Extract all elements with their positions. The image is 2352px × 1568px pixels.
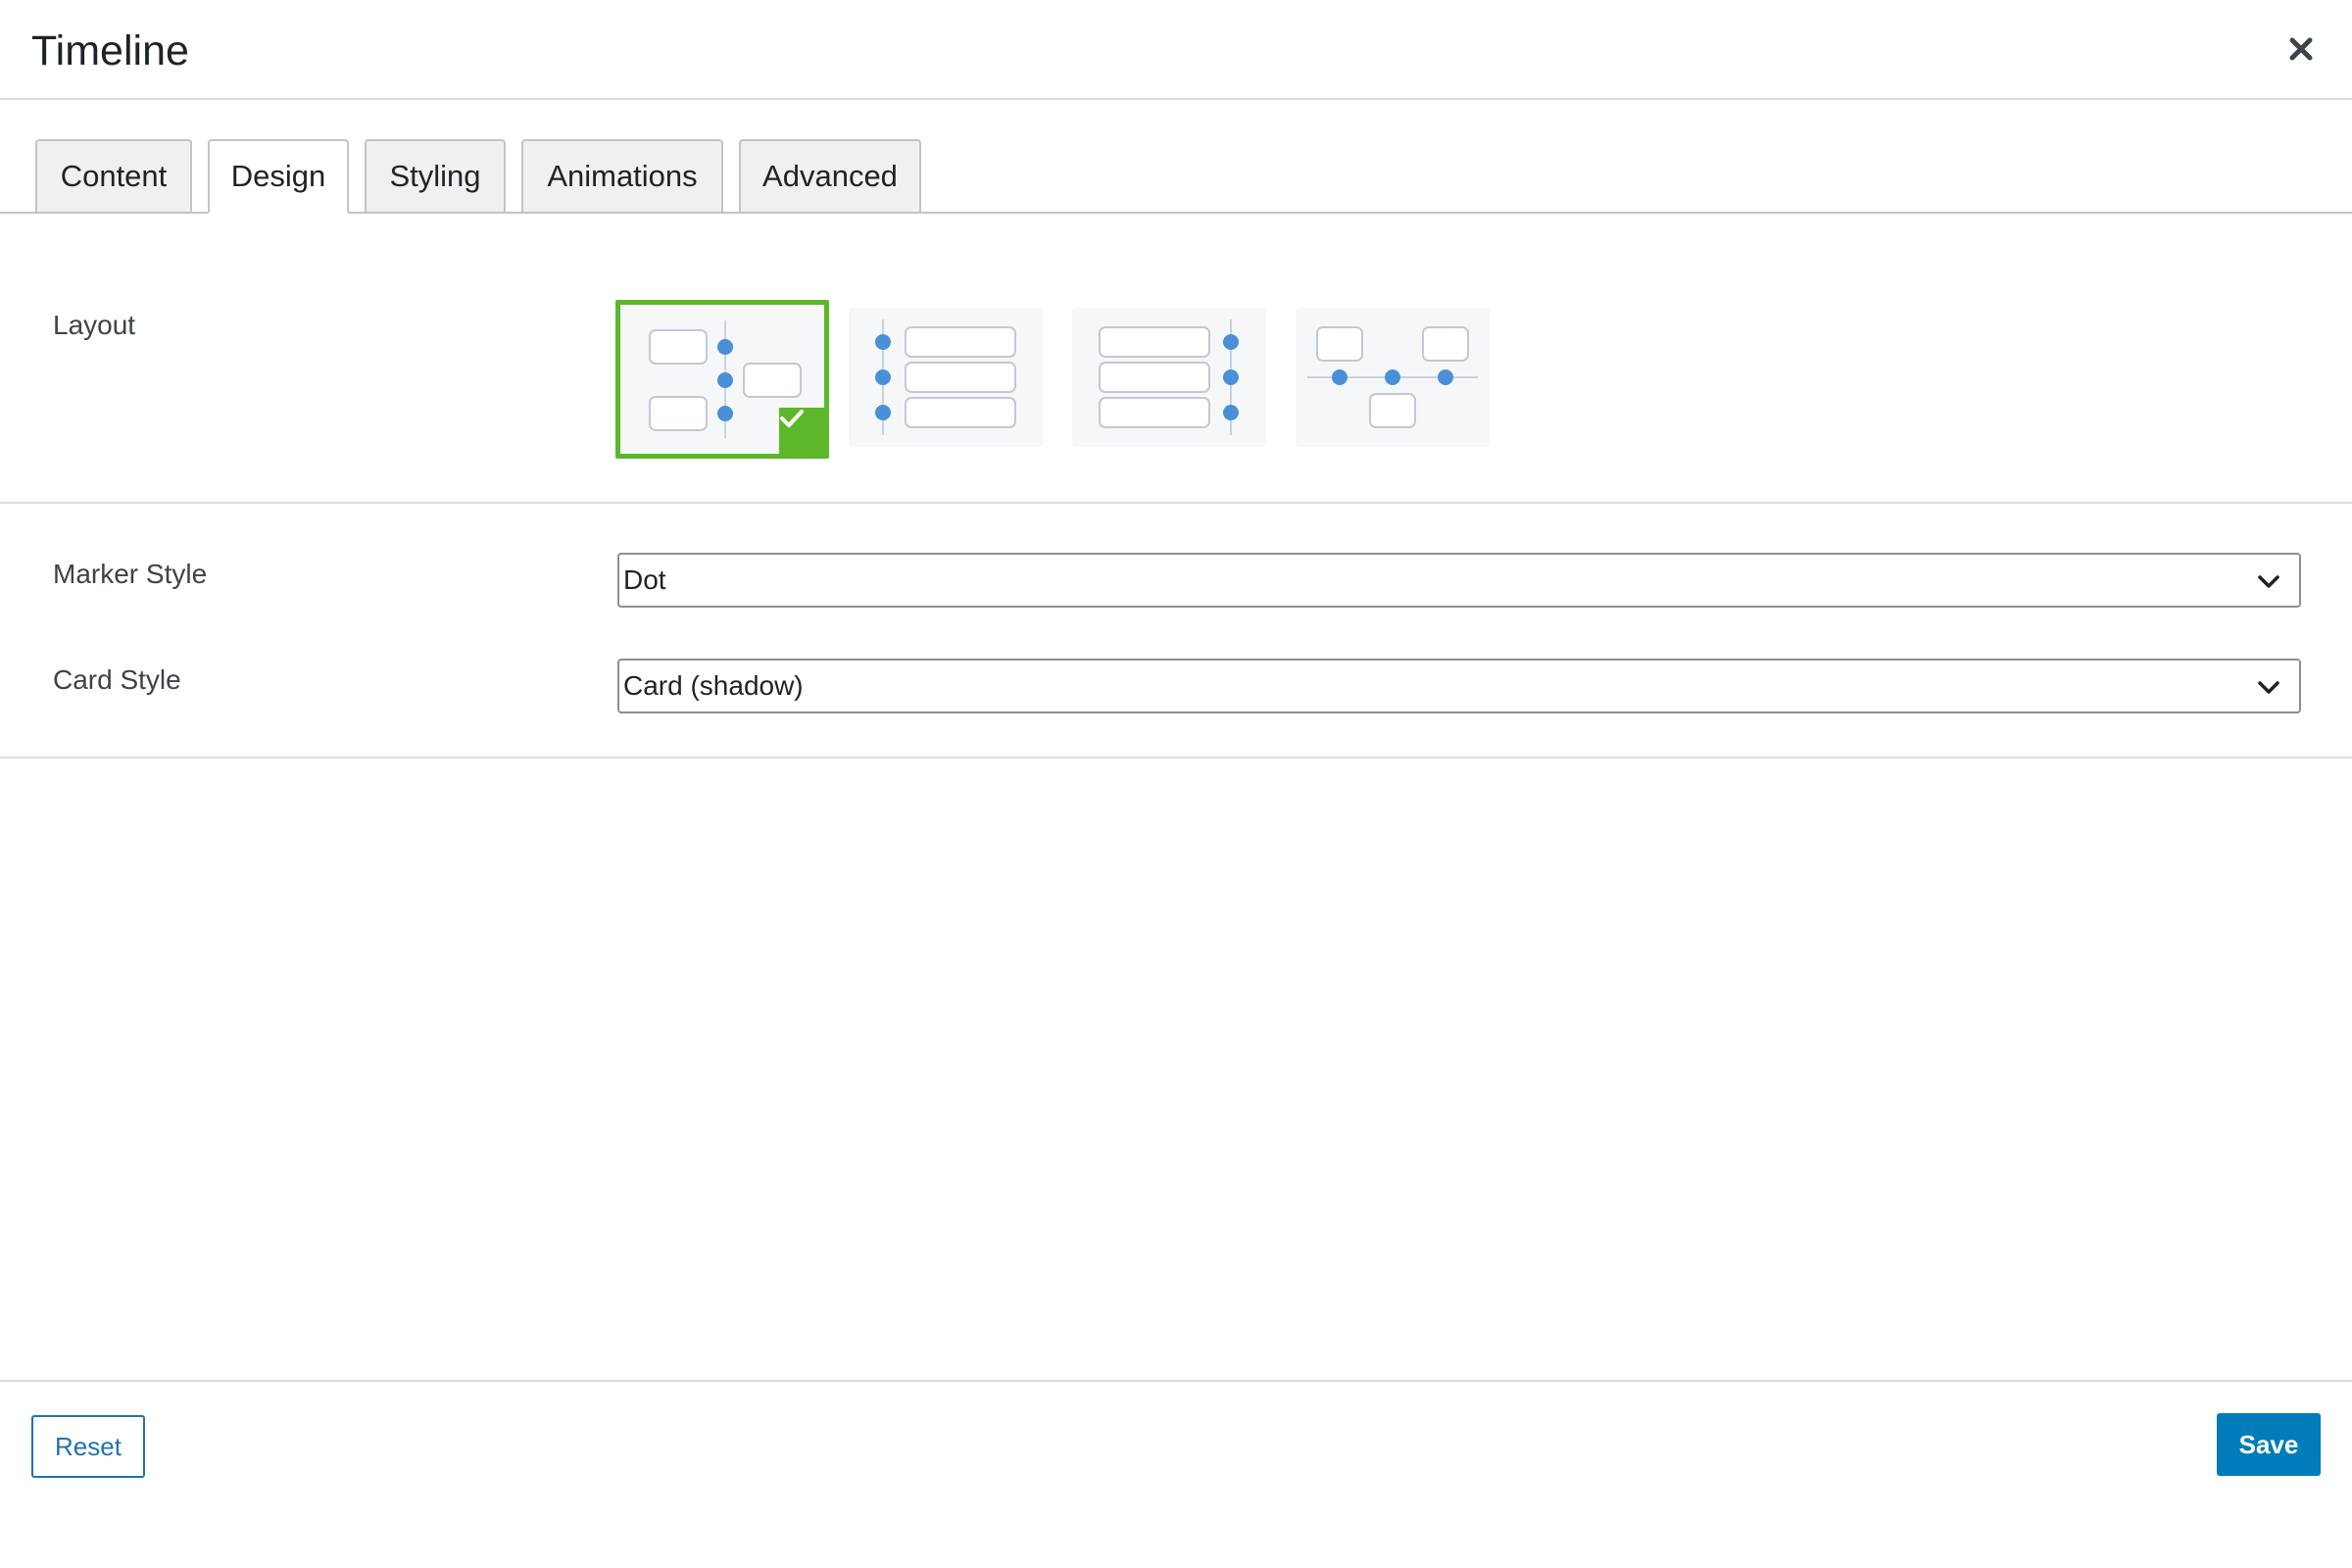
dialog-footer: Reset Save (0, 1380, 2352, 1568)
selected-check-badge (779, 408, 825, 455)
layout-label: Layout (53, 310, 136, 340)
layout-left-icon (875, 319, 1016, 435)
layout-option-horizontal[interactable] (1296, 308, 1490, 447)
marker-style-label: Marker Style (53, 559, 208, 589)
layout-option-right[interactable] (1072, 308, 1266, 447)
reset-button[interactable]: Reset (31, 1415, 145, 1478)
close-icon (2289, 37, 2313, 61)
layout-option-alternating[interactable] (615, 300, 829, 459)
layout-right-icon (1099, 319, 1239, 435)
timeline-dialog: Timeline Content Design Styling Animatio… (0, 0, 2352, 1568)
chevron-down-icon (2258, 681, 2279, 694)
tab-animations[interactable]: Animations (521, 139, 723, 214)
checkmark-icon (780, 410, 804, 427)
card-style-value: Card (shadow) (623, 670, 804, 701)
chevron-down-icon (2258, 575, 2279, 588)
layout-option-left[interactable] (849, 308, 1043, 447)
marker-style-value: Dot (623, 564, 666, 595)
tab-bar: Content Design Styling Animations Advanc… (0, 100, 2352, 214)
close-button[interactable] (2279, 27, 2323, 71)
layout-horizontal-icon (1307, 326, 1478, 428)
dialog-header: Timeline (0, 0, 2352, 100)
tab-content[interactable]: Content (35, 139, 192, 214)
tab-design[interactable]: Design (208, 139, 349, 214)
layout-section: Layout (0, 214, 2352, 504)
tab-advanced[interactable]: Advanced (739, 139, 921, 214)
marker-style-select[interactable]: Dot (617, 553, 2301, 608)
save-button[interactable]: Save (2217, 1413, 2321, 1476)
dialog-title: Timeline (31, 27, 189, 74)
card-style-label: Card Style (53, 664, 181, 695)
tab-styling[interactable]: Styling (365, 139, 506, 214)
card-style-select[interactable]: Card (shadow) (617, 659, 2301, 713)
style-section: Marker Style Dot Card Style Card (shadow… (0, 504, 2352, 759)
